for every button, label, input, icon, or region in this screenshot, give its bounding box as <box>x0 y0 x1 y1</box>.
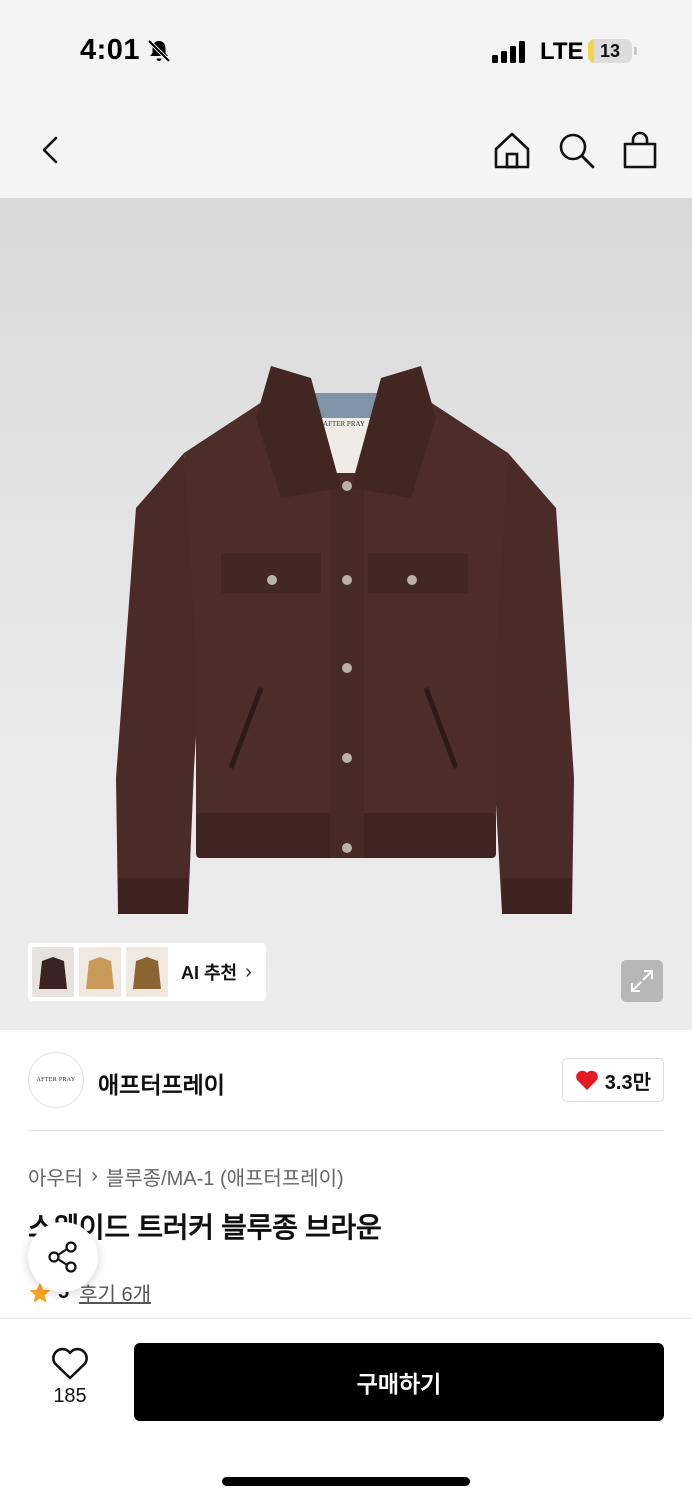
ai-recommend-label: AI 추천 <box>181 963 238 983</box>
expand-icon <box>631 970 653 992</box>
recommend-thumbnail[interactable] <box>32 947 74 997</box>
jacket-image: AFTER PRAY <box>116 366 574 914</box>
home-button[interactable] <box>490 128 534 172</box>
brand-name[interactable]: 애프터프레이 <box>98 1066 225 1100</box>
wishlist-button[interactable]: 185 <box>40 1347 100 1417</box>
expand-image-button[interactable] <box>621 960 663 1002</box>
chevron-left-icon <box>42 136 58 164</box>
chevron-right-icon: › <box>91 1165 98 1187</box>
battery-level: 13 <box>599 41 621 61</box>
breadcrumb: 아우터 › 블루종/MA-1 (애프터프레이) <box>28 1162 344 1191</box>
ai-recommend-strip[interactable]: AI 추천 › <box>28 943 266 1001</box>
cart-button[interactable] <box>618 128 662 172</box>
search-icon <box>559 133 595 169</box>
wishlist-count: 185 <box>53 1385 87 1407</box>
status-time: 4:01 <box>80 34 141 66</box>
recommend-thumbnail[interactable] <box>126 947 168 997</box>
bell-muted-icon <box>147 39 171 63</box>
search-button[interactable] <box>554 128 598 172</box>
breadcrumb-item[interactable]: 블루종/MA-1 (애프터프레이) <box>106 1162 344 1191</box>
brand-row: AFTER PRAY 애프터프레이 3.3만 <box>28 1052 664 1110</box>
battery-indicator: 13 <box>588 39 632 63</box>
chevron-right-icon: › <box>245 960 252 983</box>
network-label: LTE <box>540 38 584 65</box>
top-nav-bar <box>0 100 692 198</box>
home-indicator <box>222 1477 470 1486</box>
battery-nub <box>634 47 637 55</box>
review-link[interactable]: 후기 6개 <box>79 1278 151 1307</box>
bottom-action-bar: 185 구매하기 <box>0 1318 692 1500</box>
share-button[interactable] <box>28 1222 98 1292</box>
heart-outline-icon <box>52 1347 88 1380</box>
home-icon <box>494 132 530 169</box>
status-bar: 4:01 LTE 13 <box>0 0 692 100</box>
share-icon <box>48 1241 77 1273</box>
shopping-bag-icon <box>623 131 657 169</box>
recommend-thumbnail[interactable] <box>79 947 121 997</box>
back-button[interactable] <box>28 128 72 172</box>
breadcrumb-item[interactable]: 아우터 <box>28 1162 83 1191</box>
heart-filled-icon <box>575 1070 598 1090</box>
divider <box>28 1130 664 1131</box>
product-image[interactable]: AFTER PRAY AI 추천 › <box>0 198 692 1030</box>
brand-like-count: 3.3만 <box>604 1071 651 1094</box>
buy-button[interactable]: 구매하기 <box>134 1343 664 1421</box>
brand-logo-text: AFTER PRAY <box>36 1077 76 1083</box>
svg-text:AFTER PRAY: AFTER PRAY <box>323 420 365 428</box>
brand-logo[interactable]: AFTER PRAY <box>28 1052 84 1108</box>
signal-icon <box>492 41 525 63</box>
brand-like-button[interactable]: 3.3만 <box>561 1058 664 1102</box>
